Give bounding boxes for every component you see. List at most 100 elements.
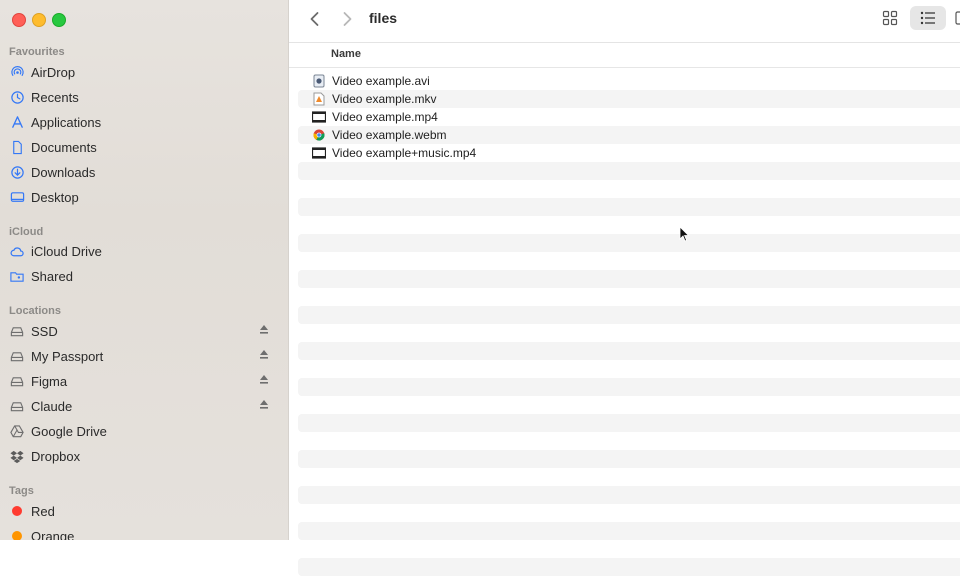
sidebar-item-label: Claude bbox=[31, 398, 73, 414]
drive-icon bbox=[9, 398, 25, 414]
sidebar-item-documents[interactable]: Documents bbox=[9, 136, 277, 158]
empty-row bbox=[298, 450, 960, 468]
sidebar-item-my-passport[interactable]: My Passport bbox=[9, 345, 277, 367]
sidebar-item-label: Dropbox bbox=[31, 448, 81, 464]
document-icon bbox=[9, 139, 25, 155]
sidebar-item-tag-red[interactable]: Red bbox=[9, 500, 277, 522]
drive-icon bbox=[9, 348, 25, 364]
sidebar-item-tag-orange[interactable]: Orange bbox=[9, 525, 277, 540]
orange-tag-dot bbox=[9, 528, 25, 540]
name-column-header[interactable]: Name bbox=[331, 48, 361, 60]
sidebar-item-label: My Passport bbox=[31, 348, 104, 364]
sidebar-item-dropbox[interactable]: Dropbox bbox=[9, 445, 277, 467]
chevron-right-icon bbox=[343, 12, 352, 26]
sidebar-item-label: Downloads bbox=[31, 164, 96, 180]
eject-icon[interactable] bbox=[259, 349, 269, 361]
google-drive-icon bbox=[9, 423, 25, 439]
sidebar-item-label: iCloud Drive bbox=[31, 243, 102, 259]
eject-icon[interactable] bbox=[259, 399, 269, 411]
mouse-cursor-icon bbox=[679, 226, 689, 242]
close-window-button[interactable] bbox=[12, 13, 26, 27]
applications-icon bbox=[9, 114, 25, 130]
icloud-section-title: iCloud bbox=[9, 226, 44, 238]
sidebar-item-claude[interactable]: Claude bbox=[9, 395, 277, 417]
window-controls bbox=[12, 13, 66, 27]
eject-icon[interactable] bbox=[259, 374, 269, 386]
sidebar-item-label: Documents bbox=[31, 139, 97, 155]
empty-row bbox=[298, 342, 960, 360]
sidebar-item-icloud-drive[interactable]: iCloud Drive bbox=[9, 240, 277, 262]
mp4-file-icon bbox=[312, 110, 326, 124]
empty-row bbox=[298, 198, 960, 216]
sidebar-item-applications[interactable]: Applications bbox=[9, 111, 277, 133]
column-view-button[interactable] bbox=[953, 6, 960, 30]
shared-folder-icon bbox=[9, 268, 25, 284]
file-row[interactable]: Video example.mkv bbox=[298, 90, 960, 108]
empty-row bbox=[298, 432, 960, 450]
empty-row bbox=[298, 270, 960, 288]
toolbar: files bbox=[289, 0, 960, 43]
empty-row bbox=[298, 360, 960, 378]
empty-row bbox=[298, 486, 960, 504]
sidebar-item-label: Figma bbox=[31, 373, 68, 389]
chrome-file-icon bbox=[312, 128, 326, 142]
drive-icon bbox=[9, 323, 25, 339]
sidebar-item-label: SSD bbox=[31, 323, 58, 339]
file-name: Video example.webm bbox=[332, 128, 447, 142]
file-row[interactable]: Video example+music.mp4 bbox=[298, 144, 960, 162]
eject-icon[interactable] bbox=[259, 324, 269, 336]
sidebar-item-label: Desktop bbox=[31, 189, 79, 205]
drive-icon bbox=[9, 373, 25, 389]
icon-view-button[interactable] bbox=[875, 6, 905, 30]
empty-row bbox=[298, 162, 960, 180]
empty-row bbox=[298, 396, 960, 414]
empty-row bbox=[298, 540, 960, 558]
sidebar-item-ssd[interactable]: SSD bbox=[9, 320, 277, 342]
empty-row bbox=[298, 306, 960, 324]
locations-section-title: Locations bbox=[9, 305, 61, 317]
forward-button[interactable] bbox=[337, 9, 357, 29]
sidebar-item-downloads[interactable]: Downloads bbox=[9, 161, 277, 183]
sidebar: Favourites AirDrop Recents Applications … bbox=[0, 0, 289, 540]
sidebar-item-airdrop[interactable]: AirDrop bbox=[9, 61, 277, 83]
desktop-icon bbox=[9, 189, 25, 205]
sidebar-item-recents[interactable]: Recents bbox=[9, 86, 277, 108]
sidebar-item-desktop[interactable]: Desktop bbox=[9, 186, 277, 208]
file-name: Video example.mp4 bbox=[332, 110, 438, 124]
file-row[interactable]: Video example.avi bbox=[298, 72, 960, 90]
empty-row bbox=[298, 504, 960, 522]
folder-title: files bbox=[369, 10, 398, 26]
mkv-file-icon bbox=[312, 92, 326, 106]
favourites-section-title: Favourites bbox=[9, 46, 65, 58]
mp4-file-icon bbox=[312, 146, 326, 160]
column-view-icon bbox=[955, 11, 960, 25]
zoom-window-button[interactable] bbox=[52, 13, 66, 27]
empty-row bbox=[298, 558, 960, 576]
red-tag-dot bbox=[9, 503, 25, 519]
sidebar-item-figma[interactable]: Figma bbox=[9, 370, 277, 392]
sidebar-item-shared[interactable]: Shared bbox=[9, 265, 277, 287]
file-name: Video example.avi bbox=[332, 74, 430, 88]
sidebar-item-label: Applications bbox=[31, 114, 102, 130]
list-view-button[interactable] bbox=[910, 6, 946, 30]
sidebar-item-label: Shared bbox=[31, 268, 73, 284]
avi-file-icon bbox=[312, 74, 326, 88]
file-row[interactable]: Video example.mp4 bbox=[298, 108, 960, 126]
minimize-window-button[interactable] bbox=[32, 13, 46, 27]
sidebar-item-label: AirDrop bbox=[31, 64, 76, 80]
empty-row bbox=[298, 522, 960, 540]
empty-row bbox=[298, 468, 960, 486]
chevron-left-icon bbox=[310, 12, 319, 26]
dropbox-icon bbox=[9, 448, 25, 464]
empty-row bbox=[298, 252, 960, 270]
file-name: Video example+music.mp4 bbox=[332, 146, 477, 160]
back-button[interactable] bbox=[305, 9, 325, 29]
sidebar-item-google-drive[interactable]: Google Drive bbox=[9, 420, 277, 442]
sidebar-item-label: Red bbox=[31, 503, 55, 519]
tags-section-title: Tags bbox=[9, 485, 34, 497]
file-row[interactable]: Video example.webm bbox=[298, 126, 960, 144]
empty-row bbox=[298, 324, 960, 342]
list-view-icon bbox=[920, 11, 935, 25]
empty-row bbox=[298, 234, 960, 252]
download-icon bbox=[9, 164, 25, 180]
